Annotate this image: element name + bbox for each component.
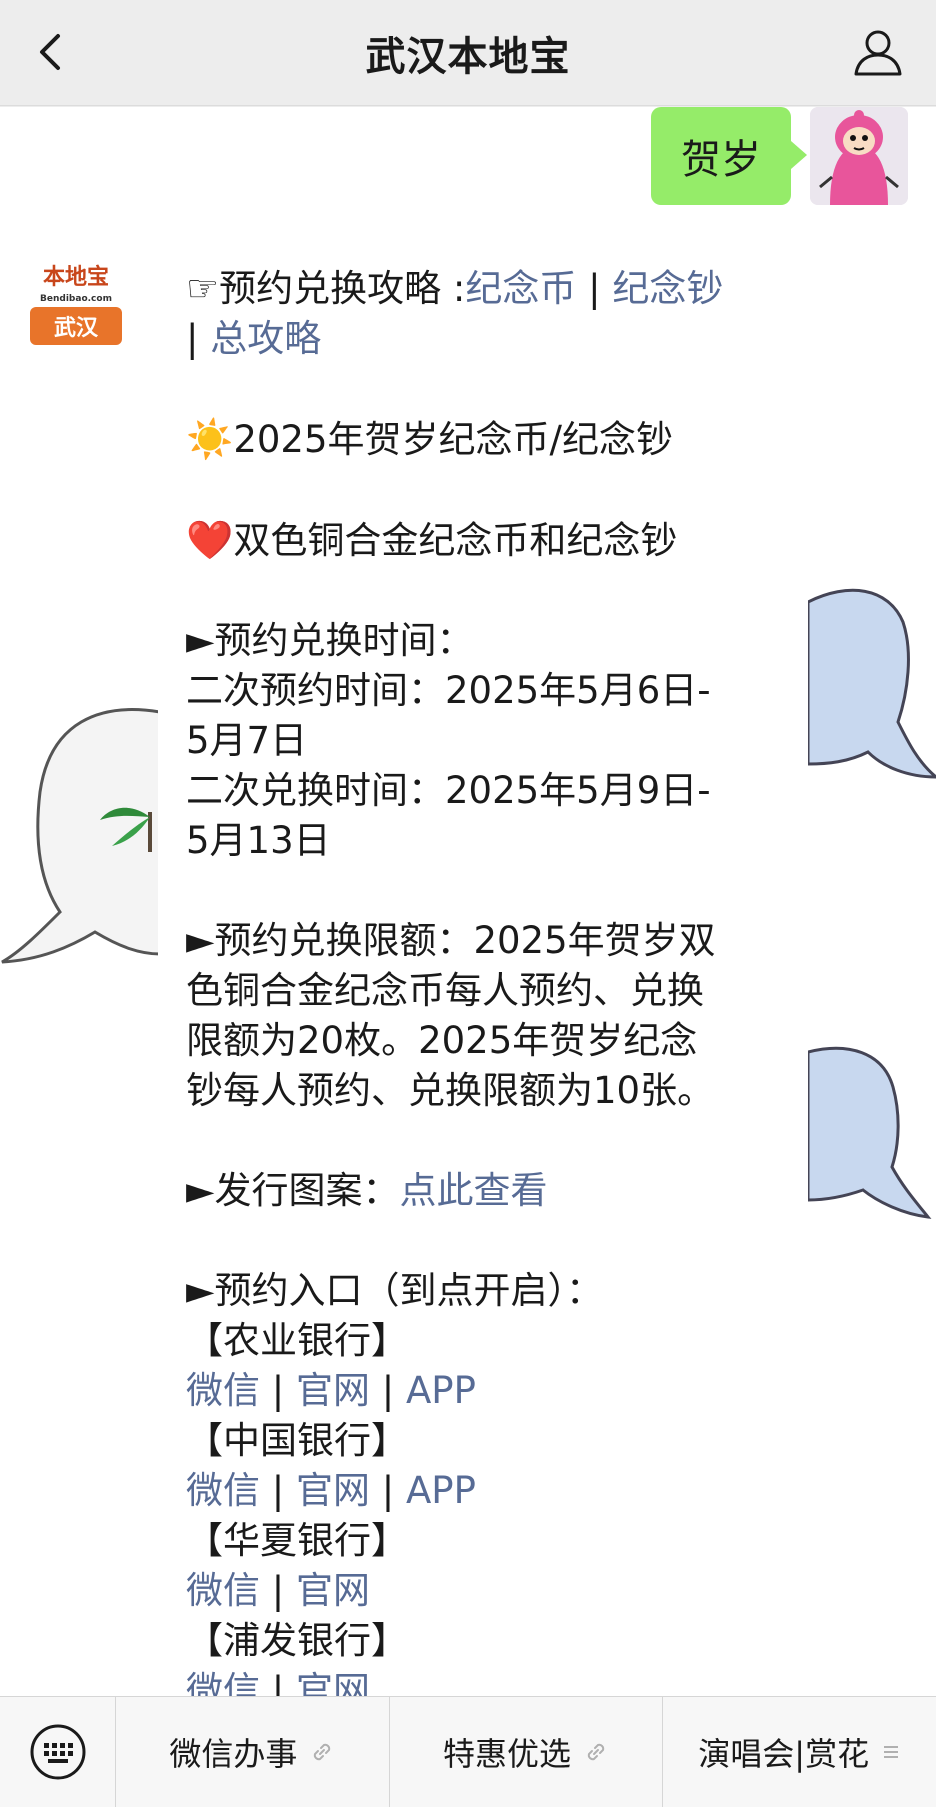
chat-area[interactable]: 贺岁 本地宝 Bendibao.com 武汉 ☞预约兑换攻略 :纪念币 | 纪念…	[0, 107, 936, 1696]
bank-name: 【农业银行】	[186, 1319, 408, 1362]
separator: |	[186, 317, 211, 360]
keyboard-icon	[30, 1724, 85, 1780]
link-icon	[314, 1743, 331, 1761]
menu-lines-icon	[884, 1746, 899, 1758]
menu-item-label: 微信办事	[169, 1735, 298, 1773]
link-wechat[interactable]: 微信	[186, 1669, 260, 1696]
design-line: ►发行图案：点此查看	[186, 1166, 780, 1216]
menu-item-wechat-service[interactable]: 微信办事	[116, 1696, 390, 1807]
time-line: 二次兑换时间：2025年5月9日-	[186, 769, 711, 812]
link-commemorative-note[interactable]: 纪念钞	[612, 267, 723, 310]
incoming-message-bubble: ☞预约兑换攻略 :纪念币 | 纪念钞 | 总攻略 ☀️2025年贺岁纪念币/纪念…	[158, 242, 808, 1696]
guide-prefix: ☞预约兑换攻略 :	[186, 267, 466, 310]
menu-item-label: 演唱会|赏花	[698, 1735, 870, 1773]
chevron-left-icon[interactable]	[26, 26, 78, 78]
link-wechat[interactable]: 微信	[186, 1369, 260, 1412]
link-app[interactable]: APP	[406, 1369, 476, 1412]
separator: |	[370, 1469, 406, 1512]
separator: |	[576, 267, 613, 310]
separator: |	[370, 1369, 406, 1412]
link-overall-guide[interactable]: 总攻略	[210, 317, 321, 360]
guide-line-2: | 总攻略	[186, 314, 780, 364]
entry-heading: ►预约入口（到点开启）：	[186, 1269, 603, 1312]
bank-links: 微信 | 官网 | APP	[186, 1366, 780, 1416]
link-app[interactable]: APP	[406, 1469, 476, 1512]
time-line: 二次预约时间：2025年5月6日-	[186, 669, 711, 712]
bottom-menu-bar: 微信办事 特惠优选 演唱会|赏花	[0, 1696, 936, 1807]
guide-line: ☞预约兑换攻略 :纪念币 | 纪念钞	[186, 264, 780, 314]
time-line: 5月13日	[186, 819, 331, 862]
top-navbar: 武汉本地宝	[0, 0, 936, 106]
time-heading: ►预约兑换时间：	[186, 619, 474, 662]
heart-icon: ❤️	[186, 518, 234, 562]
subtitle-line: ❤️双色铜合金纪念币和纪念钞	[186, 515, 780, 566]
bank-links: 微信 | 官网	[186, 1566, 780, 1616]
link-website[interactable]: 官网	[296, 1669, 370, 1696]
link-icon	[587, 1743, 605, 1761]
bank-name: 【华夏银行】	[186, 1519, 408, 1562]
menu-item-concert-flowers[interactable]: 演唱会|赏花	[663, 1697, 936, 1807]
bank-name: 【浦发银行】	[186, 1619, 408, 1662]
title-text: 2025年贺岁纪念币/纪念钞	[233, 418, 673, 461]
bendibao-logo: 本地宝 Bendibao.com 武汉	[26, 257, 126, 357]
design-prefix: ►发行图案：	[186, 1169, 400, 1212]
limit-line: 钞每人预约、兑换限额为10张。	[186, 1069, 715, 1112]
bank-name: 【中国银行】	[186, 1419, 408, 1462]
chat-title: 武汉本地宝	[365, 33, 571, 80]
limit-line: ►预约兑换限额：2025年贺岁双	[186, 919, 716, 962]
svg-text:Bendibao.com: Bendibao.com	[40, 294, 112, 304]
separator: |	[260, 1369, 296, 1412]
avatar[interactable]	[810, 107, 908, 205]
cartoon-avatar-icon	[810, 107, 908, 205]
outgoing-message-bubble[interactable]: 贺岁	[651, 107, 807, 205]
limit-line: 限额为20枚。2025年贺岁纪念	[186, 1019, 698, 1062]
svg-text:武汉: 武汉	[54, 316, 99, 341]
avatar[interactable]: 本地宝 Bendibao.com 武汉	[26, 257, 126, 357]
menu-item-label: 特惠优选	[443, 1735, 572, 1773]
separator: |	[260, 1669, 296, 1696]
link-wechat[interactable]: 微信	[186, 1469, 260, 1512]
svg-text:本地宝: 本地宝	[43, 264, 109, 290]
link-view-design[interactable]: 点此查看	[399, 1169, 547, 1212]
time-line: 5月7日	[186, 719, 308, 762]
link-website[interactable]: 官网	[296, 1369, 370, 1412]
separator: |	[260, 1469, 296, 1512]
bank-links: 微信 | 官网 | APP	[186, 1466, 780, 1516]
title-line: ☀️2025年贺岁纪念币/纪念钞	[186, 414, 780, 465]
subtitle-text: 双色铜合金纪念币和纪念钞	[233, 519, 678, 562]
keyboard-toggle-button[interactable]	[0, 1696, 116, 1807]
user-icon[interactable]	[850, 24, 906, 80]
background-bubble-decoration	[808, 588, 936, 779]
background-bubble-decoration	[1, 708, 160, 964]
sun-icon: ☀️	[186, 417, 234, 461]
background-bubble-decoration	[808, 1046, 932, 1219]
bank-links: 微信 | 官网	[186, 1666, 780, 1696]
link-commemorative-coin[interactable]: 纪念币	[465, 267, 576, 310]
limit-line: 色铜合金纪念币每人预约、兑换	[186, 969, 704, 1012]
link-website[interactable]: 官网	[296, 1469, 370, 1512]
menu-item-special-offers[interactable]: 特惠优选	[390, 1696, 664, 1807]
separator: |	[260, 1569, 296, 1612]
link-wechat[interactable]: 微信	[186, 1569, 260, 1612]
link-website[interactable]: 官网	[296, 1569, 370, 1612]
